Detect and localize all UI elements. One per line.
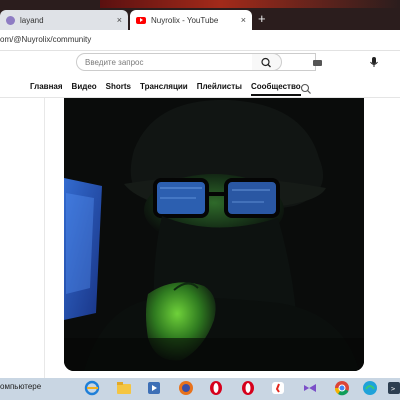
edge-icon[interactable] bbox=[362, 380, 378, 396]
url-text[interactable]: om/@Nuyrolix/community bbox=[0, 35, 91, 44]
chrome-icon[interactable] bbox=[334, 380, 350, 396]
firefox-icon[interactable] bbox=[178, 380, 194, 396]
keyboard-icon[interactable] bbox=[313, 60, 322, 66]
post-photo-image bbox=[64, 98, 364, 371]
search-button[interactable] bbox=[252, 53, 282, 71]
channel-search-button[interactable] bbox=[300, 82, 312, 94]
search-icon bbox=[261, 57, 271, 68]
internet-explorer-icon[interactable] bbox=[84, 380, 100, 396]
channel-tabs: Главная Видео Shorts Трансляции Плейлист… bbox=[30, 82, 310, 96]
file-explorer-icon[interactable] bbox=[116, 380, 132, 396]
tab-videos[interactable]: Видео bbox=[72, 82, 97, 96]
tab-title: layand bbox=[20, 15, 44, 25]
yandex-browser-icon[interactable] bbox=[270, 380, 286, 396]
voice-search-button[interactable] bbox=[366, 54, 382, 70]
tab-playlists[interactable]: Плейлисты bbox=[197, 82, 242, 96]
tab-title: Nuyrolix - YouTube bbox=[151, 15, 219, 25]
address-bar[interactable]: om/@Nuyrolix/community bbox=[0, 30, 400, 51]
svg-text:>: > bbox=[391, 385, 395, 393]
media-player-icon[interactable] bbox=[146, 380, 162, 396]
browser-tab-layand[interactable]: layand × bbox=[0, 10, 128, 30]
tab-favicon-icon bbox=[6, 15, 15, 25]
status-text: омпьютере bbox=[0, 382, 42, 391]
visual-studio-icon[interactable] bbox=[302, 380, 318, 396]
tab-home[interactable]: Главная bbox=[30, 82, 63, 96]
terminal-app-icon[interactable]: > bbox=[388, 380, 400, 396]
close-tab-icon[interactable]: × bbox=[241, 15, 246, 25]
microphone-icon bbox=[370, 57, 378, 67]
tabstrip-background bbox=[100, 0, 400, 8]
search-icon bbox=[300, 83, 311, 94]
tab-community[interactable]: Сообщество bbox=[251, 82, 301, 96]
new-tab-button[interactable]: + bbox=[258, 12, 266, 26]
opera-icon[interactable] bbox=[208, 380, 224, 396]
tab-shorts[interactable]: Shorts bbox=[106, 82, 131, 96]
opera-icon[interactable] bbox=[240, 380, 256, 396]
tab-live[interactable]: Трансляции bbox=[140, 82, 188, 96]
browser-tab-youtube[interactable]: Nuyrolix - YouTube × bbox=[130, 10, 252, 30]
youtube-favicon-icon bbox=[136, 16, 146, 24]
browser-tab-strip: layand × Nuyrolix - YouTube × + bbox=[0, 0, 400, 30]
community-post-image[interactable] bbox=[64, 98, 364, 371]
search-placeholder: Введите запрос bbox=[85, 58, 144, 67]
search-bar: Введите запрос bbox=[76, 53, 354, 73]
close-tab-icon[interactable]: × bbox=[117, 15, 122, 25]
sidebar-border bbox=[44, 98, 45, 378]
